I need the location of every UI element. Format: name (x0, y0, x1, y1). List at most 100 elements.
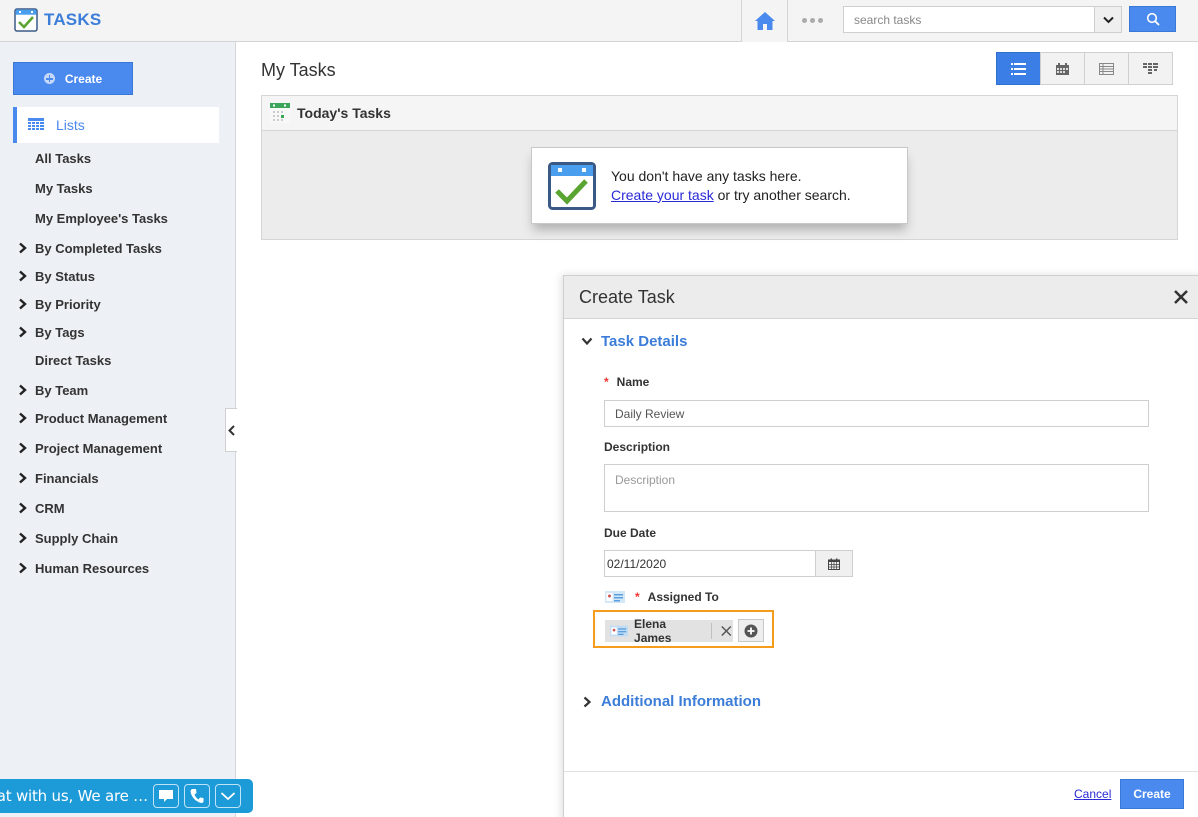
more-options-button[interactable] (800, 10, 824, 30)
empty-state-card: You don't have any tasks here. Create yo… (531, 147, 908, 224)
sidebar-item-label: By Completed Tasks (35, 240, 162, 256)
sidebar-item[interactable]: Supply Chain (18, 528, 118, 548)
date-picker-button[interactable] (815, 550, 853, 577)
chevron-right-icon (18, 298, 35, 310)
search-input[interactable] (844, 7, 1094, 32)
contact-card-icon (605, 591, 625, 603)
sidebar-item-label: By Tags (35, 324, 85, 340)
sidebar-item-label: Direct Tasks (35, 352, 112, 368)
list-view-button[interactable] (996, 52, 1041, 85)
message-icon (159, 790, 173, 802)
empty-state-line2: Create your task or try another search. (611, 186, 851, 205)
sidebar-item-label: By Status (35, 268, 95, 284)
assignee-field[interactable]: Elena James (593, 610, 774, 648)
search-button[interactable] (1129, 6, 1176, 32)
app-title: TASKS (44, 10, 102, 29)
calendar-view-button[interactable] (1040, 52, 1085, 85)
assigned-to-label-text: Assigned To (647, 590, 719, 604)
cancel-link[interactable]: Cancel (1074, 787, 1111, 801)
sidebar-item-label: All Tasks (35, 150, 92, 166)
create-task-dialog: Create Task Task Details * Name Descript… (563, 275, 1198, 817)
dot (801, 17, 807, 23)
calendar-icon (828, 558, 840, 570)
sidebar-item-label: Financials (35, 470, 99, 486)
due-date-input[interactable] (604, 550, 816, 577)
collapse-sidebar-handle[interactable] (225, 408, 237, 452)
create-your-task-link[interactable]: Create your task (611, 187, 714, 203)
chevron-down-icon (581, 337, 593, 346)
chat-call-button[interactable] (184, 784, 210, 808)
plus-circle-icon (43, 73, 55, 84)
calendar-today-icon (270, 103, 290, 123)
sidebar-item[interactable]: By Priority (18, 294, 101, 314)
due-date-label: Due Date (604, 526, 657, 540)
description-input[interactable] (604, 464, 1149, 512)
sidebar-item[interactable]: Project Management (18, 438, 162, 458)
sidebar-item[interactable]: By Tags (18, 322, 85, 342)
description-label: Description (604, 440, 671, 454)
chat-minimize-button[interactable] (215, 784, 241, 808)
kanban-view-button[interactable] (1128, 52, 1173, 85)
list-icon (1011, 62, 1026, 75)
search-filter-dropdown[interactable] (1094, 7, 1121, 32)
task-details-section-toggle[interactable]: Task Details (581, 333, 687, 350)
chevron-right-icon (18, 412, 35, 424)
sidebar-item-label: My Employee's Tasks (35, 210, 168, 226)
kanban-icon (1143, 63, 1158, 74)
sidebar-item[interactable]: By Team (18, 380, 88, 400)
additional-information-section-toggle[interactable]: Additional Information (581, 693, 761, 710)
brand[interactable]: TASKS (14, 8, 101, 32)
chevron-down-icon (1102, 16, 1114, 23)
chat-widget[interactable]: Chat with us, We are … (0, 779, 253, 813)
assigned-to-label: * Assigned To (605, 590, 719, 604)
sidebar-item-label: CRM (35, 500, 65, 516)
remove-assignee-icon[interactable] (720, 624, 733, 638)
dialog-header: Create Task (564, 276, 1198, 319)
dot (809, 17, 815, 23)
chip-divider (710, 623, 712, 639)
chevron-right-icon (18, 326, 35, 338)
required-marker: * (635, 590, 640, 604)
chevron-down-icon (220, 792, 236, 801)
home-icon (754, 12, 775, 30)
search-icon (1146, 12, 1160, 26)
chat-message-button[interactable] (153, 784, 179, 808)
page-title: My Tasks (261, 60, 336, 80)
sidebar-item[interactable]: CRM (18, 498, 65, 518)
sidebar-item[interactable]: Human Resources (18, 558, 149, 578)
add-assignee-button[interactable] (738, 619, 764, 642)
sidebar-item[interactable]: My Tasks (18, 178, 93, 198)
search-box (843, 6, 1122, 33)
home-button[interactable] (741, 0, 788, 42)
chevron-right-icon (18, 532, 35, 544)
sidebar-item[interactable]: By Completed Tasks (18, 238, 162, 258)
chevron-right-icon (18, 442, 35, 454)
sidebar-item[interactable]: All Tasks (18, 148, 91, 168)
sidebar-item-label: Human Resources (35, 560, 150, 576)
sidebar-item-lists[interactable]: Lists (13, 107, 219, 143)
sidebar-item[interactable]: Product Management (18, 408, 167, 428)
sidebar: Create Lists All Tasks My Tasks My Employe… (0, 42, 237, 817)
sidebar-item[interactable]: My Employee's Tasks (18, 208, 168, 228)
table-view-button[interactable] (1084, 52, 1129, 85)
panel-header: Today's Tasks (262, 96, 1177, 131)
close-icon[interactable] (1173, 289, 1189, 305)
create-button[interactable]: Create (13, 62, 133, 95)
name-input[interactable] (604, 400, 1149, 427)
chevron-right-icon (18, 472, 35, 484)
create-task-button[interactable]: Create (1120, 779, 1184, 809)
panel-title: Today's Tasks (297, 105, 391, 121)
calendar-icon (1056, 62, 1069, 75)
sidebar-item[interactable]: By Status (18, 266, 95, 286)
sidebar-item[interactable]: Direct Tasks (18, 350, 111, 370)
calendar-grid-icon (28, 118, 44, 130)
sidebar-item-label: Supply Chain (35, 530, 119, 546)
dialog-footer: Cancel Create (564, 771, 1198, 817)
required-marker: * (604, 375, 609, 389)
chevron-left-icon (228, 424, 235, 436)
assignee-chip: Elena James (605, 617, 733, 645)
chevron-right-icon (18, 384, 35, 396)
dialog-title: Create Task (579, 287, 675, 307)
assignee-name: Elena James (634, 617, 672, 645)
sidebar-item[interactable]: Financials (18, 468, 99, 488)
